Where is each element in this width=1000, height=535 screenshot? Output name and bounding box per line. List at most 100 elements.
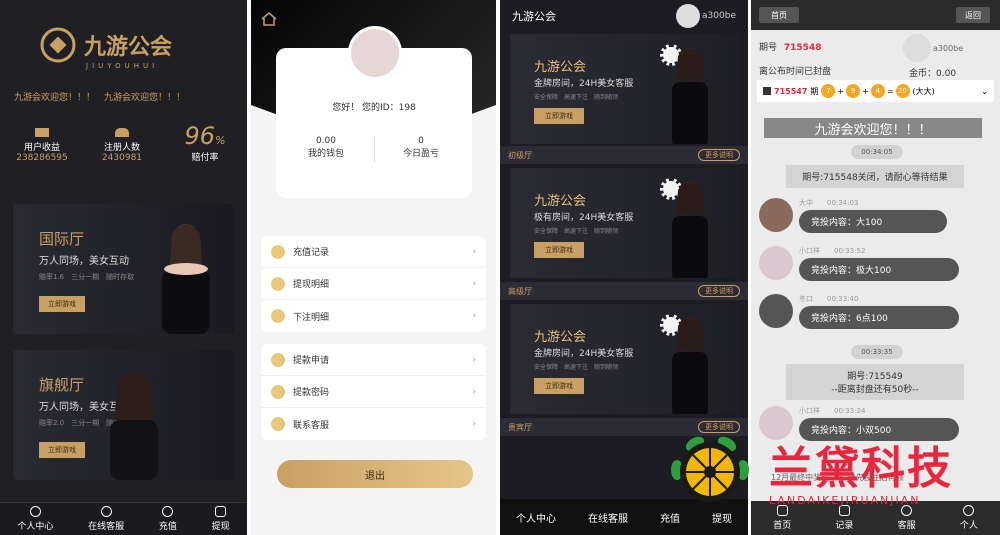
room-subtitle: 金牌房间，24H美女客服 (534, 349, 634, 359)
stat-label: 注册人数 (103, 143, 140, 153)
home-button[interactable]: 首页 (759, 7, 799, 23)
play-button[interactable]: 立即游戏 (534, 378, 584, 394)
chevron-right-icon: › (472, 354, 476, 365)
timestamp: 00:33:35 (851, 345, 903, 359)
avatar[interactable] (676, 4, 701, 28)
hostess-image (162, 224, 210, 334)
card-title: 国际厅 (39, 230, 85, 248)
menu-item-withdraw-request[interactable]: 提款申请 › (261, 344, 486, 376)
bottom-tab-bar: 个人中心 在线客服 充值 提现 (0, 502, 247, 535)
tab-label: 个人中心 (17, 522, 54, 532)
account-menu: 提款申请 › 提款密码 › 联系客服 › (261, 344, 486, 440)
tab-label: 首页 (773, 521, 792, 531)
profit-value: 0 (418, 136, 424, 146)
draw-icon (763, 87, 771, 95)
top-bar: 首页 返回 (751, 0, 1000, 30)
sender-name: 小口祥 (799, 247, 820, 255)
recharge-icon (271, 244, 285, 259)
chevron-down-icon[interactable]: ⌄ (981, 87, 988, 96)
room-title: 九游公会 (534, 60, 587, 75)
balance-value: 0.00 (315, 136, 337, 146)
profile-screen-panel: 您好！ 您的ID：198 0.00 我的钱包 0 今日盈亏 充值记录 › 提现明细… (251, 0, 496, 535)
marquee-text: 九游会欢迎您！！！ 九游会欢迎您！！！ (14, 93, 186, 103)
headset-icon (271, 417, 285, 431)
tab-profile[interactable]: 个人中心 (17, 506, 53, 532)
menu-item-recharge-records[interactable]: 充值记录 › (261, 236, 486, 268)
back-button[interactable]: 返回 (956, 7, 990, 23)
coins: 金币：0.00 (909, 66, 956, 79)
card-subtitle: 万人同场，美女互动 (39, 256, 129, 267)
bet-icon (271, 309, 285, 323)
draw-period: 715547 (774, 86, 808, 96)
menu-item-withdraw-password[interactable]: 提款密码 › (261, 376, 486, 408)
tab-label: 个人 (959, 521, 978, 531)
menu-label: 提款申请 (293, 356, 330, 366)
message-time: 00:33:24 (834, 407, 866, 415)
room-card-flagship[interactable]: 旗舰厅 万人同场，美女互动 赔率2.0 三分一期 随时存取 立即游戏 (13, 350, 234, 480)
logout-button[interactable]: 退出 (277, 460, 473, 488)
avatar[interactable] (903, 34, 931, 62)
tab-label: 在线客服 (88, 522, 125, 532)
more-info-button[interactable]: 更多说明 (698, 285, 740, 297)
room-title: 九游公会 (534, 330, 587, 345)
username: a300be (933, 44, 964, 53)
sender-name: 大中 (799, 199, 813, 207)
result-ball: 7 (821, 84, 836, 98)
hostess-image (672, 318, 708, 414)
home-icon[interactable] (261, 12, 277, 26)
tab-support[interactable]: 在线客服 (88, 506, 124, 532)
home-screen-panel: 九游公会 JIUYOUHUI 九游会欢迎您！！！ 九游会欢迎您！！！ 用户收益 … (0, 0, 247, 535)
room-subtitle: 金牌房间，24H美女客服 (534, 79, 634, 89)
room-card-international[interactable]: 国际厅 万人同场，美女互动 赔率1.6 三分一期 随时存取 立即游戏 (13, 204, 234, 334)
message-bubble: 竞投内容：6点100 (799, 306, 959, 329)
wallet-icon (215, 506, 227, 517)
wallet-balance[interactable]: 0.00 我的钱包 (296, 136, 356, 159)
logo-icon (40, 27, 76, 63)
last-draw-bar[interactable]: 715547 期 7 + 9 + 4 = 20 (大大) ⌄ (757, 80, 994, 102)
play-button[interactable]: 立即游戏 (39, 442, 85, 458)
play-button[interactable]: 立即游戏 (534, 242, 584, 258)
menu-item-bet-details[interactable]: 下注明细 › (261, 300, 486, 332)
more-info-button[interactable]: 更多说明 (698, 149, 740, 161)
room-card[interactable]: 九游公会 金牌房间，24H美女客服 安全保障 高速下注 随到随领 立即游戏 (510, 34, 740, 144)
tab-support[interactable]: 在线客服 (588, 510, 628, 525)
play-button[interactable]: 立即游戏 (39, 296, 85, 312)
avatar[interactable] (348, 26, 402, 80)
period-label: 期号 (759, 43, 778, 53)
menu-item-withdraw-details[interactable]: 提现明细 › (261, 268, 486, 300)
tab-label: 客服 (897, 521, 916, 531)
tab-recharge[interactable]: 充值 (159, 506, 177, 532)
result-ball: 20 (895, 84, 910, 98)
menu-item-contact-support[interactable]: 联系客服 › (261, 408, 486, 440)
room-detail: 安全保障 高速下注 随到随领 (534, 364, 619, 371)
tab-label: 提现 (211, 522, 230, 532)
system-message: 期号:715548关闭，请耐心等待结果 (786, 165, 964, 188)
message-time: 00:34:03 (827, 199, 859, 207)
room-card[interactable]: 九游公会 极有房间，24H美女客服 安全保障 高速下注 随到随领 立即游戏 (510, 168, 740, 278)
logo-title: 九游公会 (84, 35, 173, 60)
logo-subtitle: JIUYOUHUI (86, 62, 159, 70)
period-number: 715548 (783, 43, 822, 53)
watermark: 兰黛科技 LANDAIKEJIRUANJIAN (665, 428, 985, 512)
sender-name: 小口祥 (799, 407, 820, 415)
records-menu: 充值记录 › 提现明细 › 下注明细 › (261, 236, 486, 332)
coins-label: 金币： (909, 69, 937, 79)
tab-profile[interactable]: 个人中心 (516, 510, 556, 525)
message-bubble: 竞投内容：极大100 (799, 258, 959, 281)
period-info: 期号 715548 (759, 40, 821, 53)
tab-withdraw[interactable]: 提现 (212, 506, 230, 532)
stat-value: 2430981 (101, 153, 143, 163)
room-detail: 安全保障 高速下注 随到随领 (534, 94, 619, 101)
stat-label: 赔付率 (191, 153, 219, 163)
users-icon (115, 128, 129, 137)
room-card[interactable]: 九游公会 金牌房间，24H美女客服 安全保障 高速下注 随到随领 立即游戏 (510, 304, 740, 414)
play-button[interactable]: 立即游戏 (534, 108, 584, 124)
timestamp: 00:34:05 (851, 145, 903, 159)
chevron-right-icon: › (472, 278, 476, 289)
divider (374, 136, 375, 162)
page-title: 九游公会 (512, 10, 556, 23)
tab-label: 个人中心 (516, 513, 556, 525)
chevron-right-icon: › (472, 419, 476, 429)
card-detail: 赔率1.6 三分一期 随时存取 (39, 273, 135, 281)
daily-profit[interactable]: 0 今日盈亏 (391, 136, 451, 159)
